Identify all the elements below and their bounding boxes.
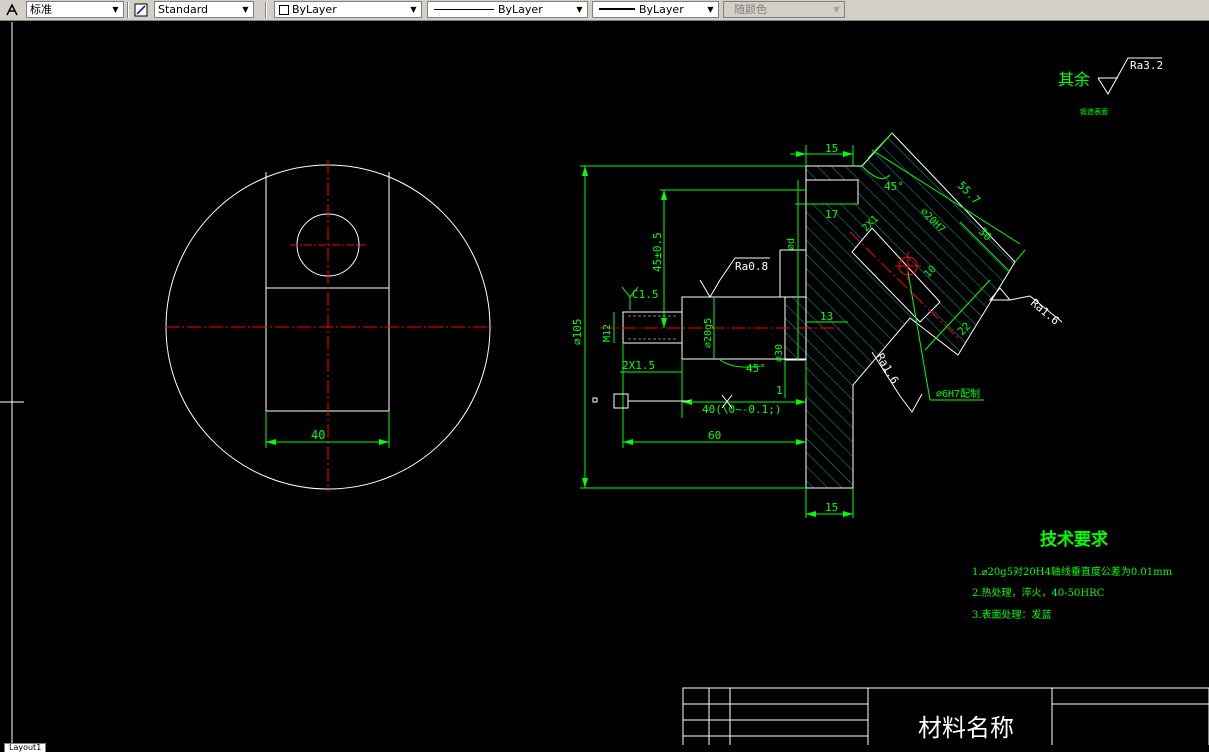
dim-arrow bbox=[843, 151, 853, 157]
dim-style-dropdown[interactable]: Standard ▼ bbox=[154, 1, 254, 18]
dim-arrow bbox=[806, 511, 816, 517]
dim-width-40: 40 bbox=[311, 428, 325, 442]
dim-dia-105: ⌀105 bbox=[571, 319, 584, 346]
dim-style-icon[interactable] bbox=[132, 1, 150, 18]
dim-angle-45-upper: 45° bbox=[884, 180, 904, 193]
rest-roughness-sub: 锻造表面 bbox=[1080, 107, 1108, 116]
dim-bottom-15: 15 bbox=[825, 501, 838, 514]
tech-req-item-2: 2.热处理，淬火，40-50HRC bbox=[972, 586, 1105, 599]
dim-thread-m12: M12 bbox=[602, 324, 613, 342]
text-style-dropdown[interactable]: 标准 ▼ bbox=[26, 1, 124, 18]
roughness-symbol bbox=[899, 393, 923, 413]
text-style-icon[interactable] bbox=[3, 1, 21, 18]
dim-len-40: 40(\0~-0.1;) bbox=[702, 403, 781, 416]
linetype-preview-icon bbox=[434, 9, 494, 10]
dim-arrow bbox=[582, 166, 588, 176]
datum-marker bbox=[613, 393, 629, 409]
dim-1: 1 bbox=[776, 384, 783, 397]
roughness-ra16-right: Ra1.6 bbox=[1028, 296, 1062, 327]
dim-len-60: 60 bbox=[708, 429, 721, 442]
rest-roughness-label: 其余 bbox=[1058, 70, 1090, 89]
dim-dia-30: ⌀30 bbox=[774, 344, 785, 362]
left-view: 40 bbox=[165, 160, 492, 492]
linetype-value: ByLayer bbox=[498, 3, 543, 16]
dim-dia-20g5: ⌀20g5 bbox=[703, 318, 714, 348]
dim-arrow bbox=[796, 439, 806, 445]
layer-value: ByLayer bbox=[292, 3, 337, 16]
title-block: 材料名称 bbox=[682, 687, 1209, 745]
dim-angle-45-lower: 45° bbox=[746, 362, 766, 375]
chevron-down-icon[interactable]: ▼ bbox=[406, 2, 421, 17]
roughness-ra08: Ra0.8 bbox=[735, 260, 768, 273]
material-name: 材料名称 bbox=[918, 714, 1014, 742]
dim-h-45: 45±0.5 bbox=[651, 232, 664, 272]
chamfer-2x15: 2X1.5 bbox=[622, 359, 655, 372]
plot-style-dropdown: 随颜色 ▼ bbox=[723, 1, 845, 18]
chevron-down-icon[interactable]: ▼ bbox=[703, 2, 718, 17]
tech-req-title: 技术要求 bbox=[1040, 529, 1108, 550]
technical-requirements: 技术要求 1.⌀20g5对20H4轴线垂直度公差为0.01mm 2.热处理，淬火… bbox=[972, 529, 1173, 621]
dim-arrow bbox=[796, 151, 806, 157]
lineweight-value: ByLayer bbox=[639, 3, 684, 16]
dim-style-value: Standard bbox=[158, 3, 209, 16]
dim-arrow bbox=[843, 511, 853, 517]
toolbar-separator bbox=[127, 2, 129, 18]
properties-toolbar: 标准 ▼ Standard ▼ ByLayer ▼ ByLayer ▼ ByLa… bbox=[0, 0, 1209, 21]
dim-arrow bbox=[661, 318, 667, 328]
roughness-ra16-lower: Ra1.6 bbox=[873, 351, 901, 386]
chevron-down-icon[interactable]: ▼ bbox=[108, 2, 123, 17]
chevron-down-icon[interactable]: ▼ bbox=[572, 2, 587, 17]
chevron-down-icon[interactable]: ▼ bbox=[238, 2, 253, 17]
dim-arrow bbox=[661, 190, 667, 200]
toolbar-separator bbox=[265, 2, 267, 18]
dim-arrow bbox=[266, 439, 276, 445]
dim-top-15: 15 bbox=[825, 142, 838, 155]
tech-req-item-1: 1.⌀20g5对20H4轴线垂直度公差为0.01mm bbox=[972, 565, 1173, 578]
text-style-value: 标准 bbox=[30, 3, 52, 16]
roughness-symbol bbox=[1009, 295, 1031, 301]
linetype-dropdown[interactable]: ByLayer ▼ bbox=[427, 1, 588, 18]
dim-arrow bbox=[682, 399, 692, 405]
color-swatch-icon bbox=[279, 5, 289, 15]
top-bore bbox=[805, 179, 859, 205]
dim-arrow bbox=[379, 439, 389, 445]
layer-color-dropdown[interactable]: ByLayer ▼ bbox=[274, 1, 422, 18]
dim-arrow bbox=[796, 399, 806, 405]
dim-ext-line bbox=[1014, 249, 1026, 263]
lineweight-dropdown[interactable]: ByLayer ▼ bbox=[592, 1, 719, 18]
pin-note: ⌀6H7配制 bbox=[936, 387, 980, 400]
drawing-canvas[interactable]: 40 ⌀105 45±0.5 15 17 ⌀d ⌀30 13 1 ⌀20g5 M… bbox=[0, 21, 1209, 745]
tech-req-item-3: 3.表面处理：发蓝 bbox=[972, 608, 1052, 621]
dim-arrow bbox=[623, 439, 633, 445]
dim-13: 13 bbox=[820, 310, 833, 323]
lineweight-preview-icon bbox=[599, 8, 635, 10]
chevron-down-icon: ▼ bbox=[833, 5, 840, 14]
dim-17: 17 bbox=[825, 208, 838, 221]
plot-style-value: 随颜色 bbox=[734, 3, 767, 16]
roughness-symbol bbox=[699, 257, 736, 298]
roughness-ra32: Ra3.2 bbox=[1130, 59, 1163, 72]
chamfer-c15: C1.5 bbox=[632, 288, 659, 301]
grip-marker bbox=[592, 397, 598, 403]
dim-dia-d: ⌀d bbox=[786, 238, 797, 250]
section-view: ⌀105 45±0.5 15 17 ⌀d ⌀30 13 1 ⌀20g5 M12 … bbox=[571, 132, 1063, 518]
dim-arrow bbox=[582, 478, 588, 488]
rest-roughness-note: 其余 Ra3.2 锻造表面 bbox=[1058, 57, 1163, 116]
leader-line bbox=[621, 286, 631, 298]
